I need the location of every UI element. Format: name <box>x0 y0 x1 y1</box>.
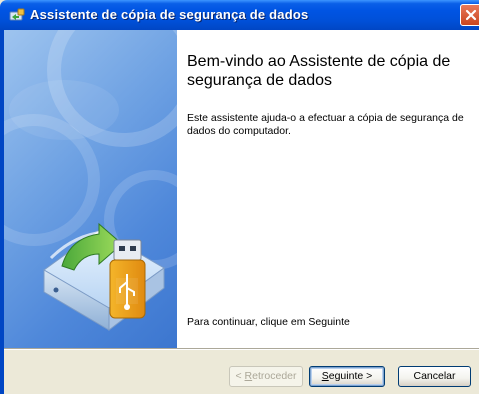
wizard-window: Assistente de cópia de segurança de dado… <box>0 0 479 394</box>
close-button[interactable] <box>460 4 479 26</box>
backup-wizard-icon <box>9 8 25 22</box>
close-icon <box>465 9 477 21</box>
title-bar[interactable]: Assistente de cópia de segurança de dado… <box>0 0 479 30</box>
continue-instruction: Para continuar, clique em Seguinte <box>187 316 350 328</box>
next-button[interactable]: Seguinte > <box>309 366 385 387</box>
wizard-banner <box>4 30 177 348</box>
cancel-button[interactable]: Cancelar <box>398 366 471 387</box>
welcome-heading: Bem-vindo ao Assistente de cópia de segu… <box>187 53 451 89</box>
back-button-prefix: < <box>235 370 245 382</box>
usb-drive-backup-icon <box>4 30 177 332</box>
intro-text: Este assistente ajuda-o a efectuar a cóp… <box>187 112 464 137</box>
next-button-label: eguinte > <box>328 370 373 382</box>
button-separator <box>4 348 479 350</box>
back-button-label: etroceder <box>252 370 297 382</box>
back-button[interactable]: < Retroceder <box>229 366 303 387</box>
back-button-hotkey: R <box>244 370 253 382</box>
wizard-content: Bem-vindo ao Assistente de cópia de segu… <box>177 30 479 348</box>
window-title: Assistente de cópia de segurança de dado… <box>30 7 309 22</box>
next-button-hotkey: S <box>321 370 329 382</box>
